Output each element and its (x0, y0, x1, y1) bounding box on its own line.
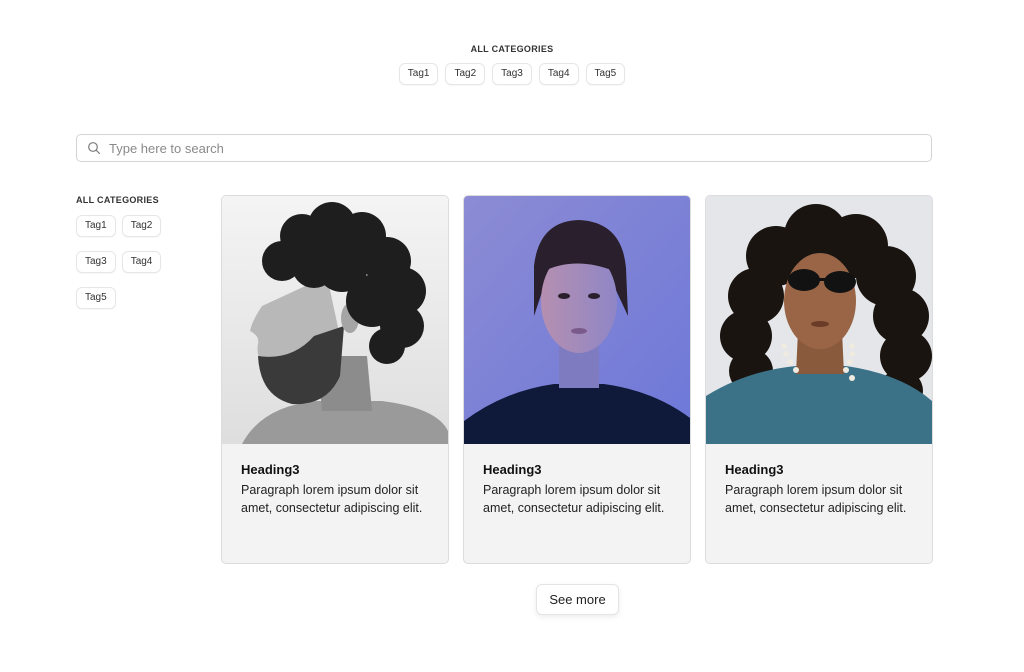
side-tag-4[interactable]: Tag4 (121, 251, 162, 273)
side-category-filter: ALL CATEGORIES Tag1 Tag2 Tag3 Tag4 Tag5 (76, 195, 206, 309)
search-icon (88, 142, 101, 155)
top-tag-2[interactable]: Tag2 (445, 63, 486, 85)
card-paragraph: Paragraph lorem ipsum dolor sit amet, co… (483, 483, 665, 515)
side-tag-5[interactable]: Tag5 (76, 287, 116, 309)
card[interactable]: Heading3 Paragraph lorem ipsum dolor sit… (221, 195, 449, 564)
card-paragraph: Paragraph lorem ipsum dolor sit amet, co… (241, 483, 423, 515)
card[interactable]: Heading3 Paragraph lorem ipsum dolor sit… (705, 195, 933, 564)
top-tag-5[interactable]: Tag5 (585, 63, 626, 85)
top-tag-list: Tag1 Tag2 Tag3 Tag4 Tag5 (0, 63, 1024, 85)
top-tag-4[interactable]: Tag4 (538, 63, 579, 85)
side-tag-3[interactable]: Tag3 (76, 251, 116, 273)
top-category-filter: ALL CATEGORIES Tag1 Tag2 Tag3 Tag4 Tag5 (0, 44, 1024, 85)
portrait-man-curly-beard (222, 196, 448, 444)
card-grid: Heading3 Paragraph lorem ipsum dolor sit… (221, 195, 933, 564)
side-categories-label: ALL CATEGORIES (76, 195, 159, 205)
portrait-woman-blue-light (464, 196, 690, 444)
see-more-button[interactable]: See more (536, 584, 619, 615)
side-tag-1[interactable]: Tag1 (76, 215, 116, 237)
search-input[interactable] (107, 139, 931, 157)
top-tag-1[interactable]: Tag1 (398, 63, 439, 85)
card-paragraph: Paragraph lorem ipsum dolor sit amet, co… (725, 483, 907, 515)
card-heading: Heading3 (725, 462, 784, 477)
card-heading: Heading3 (483, 462, 542, 477)
side-tag-2[interactable]: Tag2 (121, 215, 162, 237)
card[interactable]: Heading3 Paragraph lorem ipsum dolor sit… (463, 195, 691, 564)
portrait-man-sunglasses (706, 196, 932, 444)
top-categories-label: ALL CATEGORIES (470, 44, 554, 54)
search-bar[interactable] (76, 134, 932, 162)
top-tag-3[interactable]: Tag3 (492, 63, 532, 85)
side-tag-list: Tag1 Tag2 Tag3 Tag4 Tag5 (76, 215, 206, 309)
card-heading: Heading3 (241, 462, 300, 477)
